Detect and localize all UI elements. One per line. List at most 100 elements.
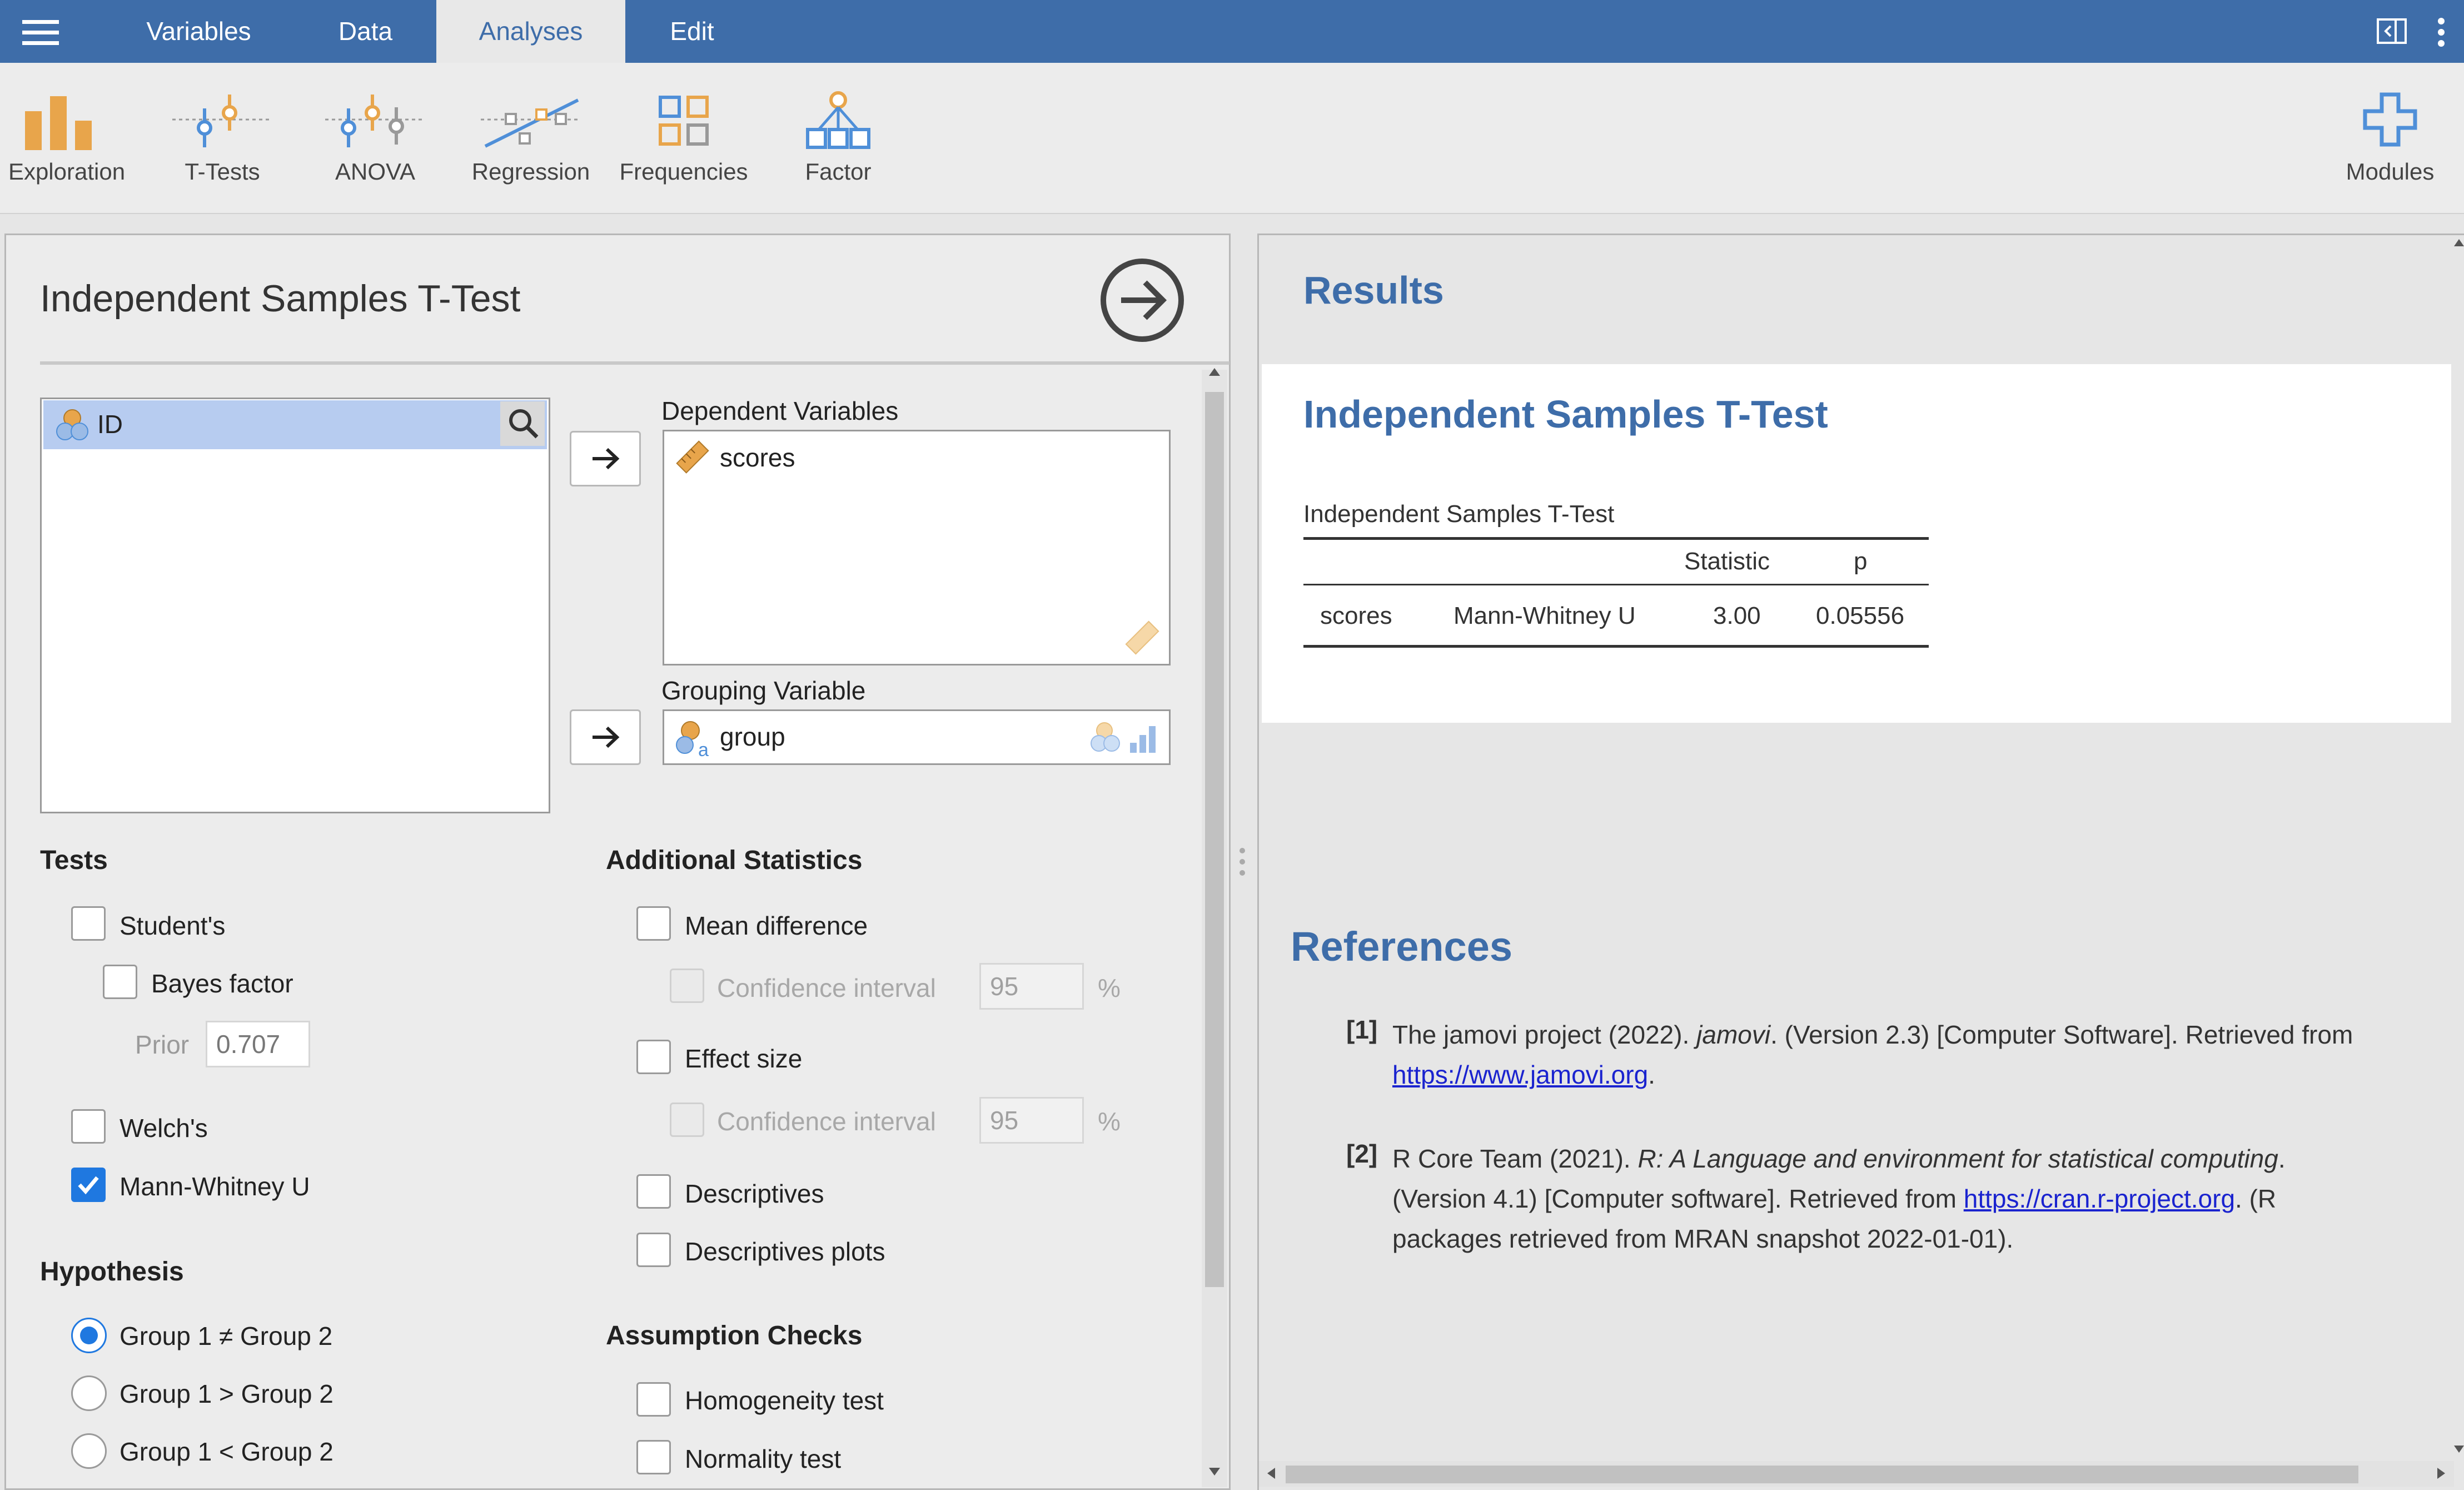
jamovi-link[interactable]: https://www.jamovi.org xyxy=(1392,1060,1648,1089)
normality-test-checkbox[interactable] xyxy=(636,1440,671,1474)
tab-data[interactable]: Data xyxy=(308,0,422,63)
top-menu-bar: Variables Data Analyses Edit xyxy=(0,0,2464,63)
mean-difference-checkbox[interactable] xyxy=(636,906,671,941)
panel-splitter-handle[interactable] xyxy=(1237,845,1248,878)
regression-icon xyxy=(481,98,581,148)
percent-label: % xyxy=(1098,974,1121,1002)
ribbon-exploration[interactable]: Exploration xyxy=(0,86,133,197)
more-options-icon[interactable] xyxy=(2435,17,2448,48)
nominal-variable-icon xyxy=(56,409,88,440)
scroll-right-icon[interactable] xyxy=(2437,1468,2445,1479)
search-icon xyxy=(509,409,539,439)
options-scrollbar-thumb[interactable] xyxy=(1205,392,1224,1287)
reference-number: [1] xyxy=(1346,1015,1378,1044)
reference-1-text: The jamovi project (2022). xyxy=(1392,1020,1697,1049)
search-button[interactable] xyxy=(500,401,545,446)
tab-variables[interactable]: Variables xyxy=(117,0,281,63)
normality-test-label: Normality test xyxy=(685,1444,842,1473)
ribbon-frequencies[interactable]: Frequencies xyxy=(617,86,750,197)
tab-analyses[interactable]: Analyses xyxy=(436,0,625,63)
scroll-up-icon[interactable] xyxy=(1209,368,1220,376)
results-hscroll-thumb[interactable] xyxy=(1286,1466,2358,1483)
options-title: Independent Samples T-Test xyxy=(40,277,521,320)
hypothesis-neq-label: Group 1 ≠ Group 2 xyxy=(120,1322,333,1350)
mean-diff-ci-checkbox[interactable] xyxy=(670,968,704,1003)
cran-link[interactable]: https://cran.r-project.org xyxy=(1964,1184,2235,1213)
hamburger-menu-icon[interactable] xyxy=(22,20,59,46)
ribbon-modules[interactable]: Modules xyxy=(2323,86,2457,197)
table-title: Independent Samples T-Test xyxy=(1303,500,1615,528)
reference-1-title: jamovi xyxy=(1696,1020,1771,1049)
row-p-value: 0.05556 xyxy=(1816,602,1905,629)
available-variables-list[interactable] xyxy=(40,398,550,813)
table-top-rule xyxy=(1303,537,1929,540)
ribbon-label: T-Tests xyxy=(185,158,260,185)
hypothesis-neq-radio[interactable] xyxy=(71,1318,107,1353)
collapse-panel-icon[interactable] xyxy=(2376,18,2407,44)
references-header: References xyxy=(1291,923,1513,970)
homogeneity-test-checkbox[interactable] xyxy=(636,1382,671,1417)
anova-icon xyxy=(325,95,425,147)
students-checkbox[interactable] xyxy=(71,906,106,941)
tab-edit[interactable]: Edit xyxy=(639,0,745,63)
dependent-variables-label: Dependent Variables xyxy=(661,396,899,425)
descriptives-checkbox[interactable] xyxy=(636,1174,671,1209)
students-label: Student's xyxy=(120,911,226,940)
run-arrow-icon[interactable] xyxy=(1098,256,1231,345)
effect-size-ci-checkbox[interactable] xyxy=(670,1102,704,1137)
t-test-icon xyxy=(172,95,272,147)
hypothesis-gt-label: Group 1 > Group 2 xyxy=(120,1379,333,1408)
ribbon-anova[interactable]: ANOVA xyxy=(308,86,442,197)
ribbon-label: ANOVA xyxy=(335,158,415,185)
effect-size-checkbox[interactable] xyxy=(636,1040,671,1074)
effect-size-ci-label: Confidence interval xyxy=(717,1107,936,1136)
table-bottom-rule xyxy=(1303,645,1929,648)
bayes-factor-checkbox[interactable] xyxy=(103,965,137,999)
move-to-dependent-button[interactable] xyxy=(570,431,641,486)
reference-2-title: R: A Language and environment for statis… xyxy=(1637,1144,2278,1173)
ribbon-t-tests[interactable]: T-Tests xyxy=(156,86,289,197)
dependent-variable-name: scores xyxy=(720,443,795,472)
mann-whitney-checkbox[interactable] xyxy=(71,1168,106,1202)
descriptives-plots-label: Descriptives plots xyxy=(685,1237,885,1266)
effect-size-label: Effect size xyxy=(685,1044,803,1073)
reference-number: [2] xyxy=(1346,1139,1378,1168)
scroll-left-icon[interactable] xyxy=(1267,1468,1275,1479)
scroll-down-icon[interactable] xyxy=(1209,1468,1220,1476)
results-horizontal-scrollbar[interactable] xyxy=(1259,1461,2454,1487)
reference-1-text: . xyxy=(1648,1060,1655,1089)
row-statistic: 3.00 xyxy=(1713,602,1761,629)
nominal-text-variable-icon: a xyxy=(676,721,709,759)
factor-icon xyxy=(806,91,870,149)
prior-input[interactable]: 0.707 xyxy=(206,1021,310,1067)
mann-whitney-label: Mann-Whitney U xyxy=(120,1172,310,1201)
move-to-grouping-button[interactable] xyxy=(570,709,641,765)
grouping-variable-name: group xyxy=(720,722,785,751)
reference-1-text: . (Version 2.3) [Computer Software]. Ret… xyxy=(1770,1020,2353,1049)
analysis-title: Independent Samples T-Test xyxy=(1303,393,1828,436)
ribbon-factor[interactable]: Factor xyxy=(771,86,905,197)
descriptives-plots-checkbox[interactable] xyxy=(636,1233,671,1267)
ribbon-regression[interactable]: Regression xyxy=(464,86,598,197)
options-scrollbar[interactable] xyxy=(1202,370,1227,1487)
additional-statistics-header: Additional Statistics xyxy=(606,846,863,875)
hypothesis-lt-radio[interactable] xyxy=(71,1433,107,1469)
checkmark-icon xyxy=(78,1176,99,1195)
effect-size-ci-input[interactable]: 95 xyxy=(979,1097,1084,1144)
results-scroll-up-icon[interactable] xyxy=(2454,239,2464,246)
descriptives-label: Descriptives xyxy=(685,1179,824,1208)
hypothesis-header: Hypothesis xyxy=(40,1257,184,1287)
assumption-checks-header: Assumption Checks xyxy=(606,1321,863,1350)
variable-name: ID xyxy=(97,410,123,439)
hypothesis-gt-radio[interactable] xyxy=(71,1375,107,1411)
mean-diff-ci-input[interactable]: 95 xyxy=(979,963,1084,1010)
results-scroll-down-icon[interactable] xyxy=(2454,1446,2464,1453)
continuous-type-hint-icon xyxy=(1125,620,1159,655)
bayes-factor-label: Bayes factor xyxy=(151,969,293,998)
continuous-variable-icon xyxy=(676,440,709,474)
ribbon-label: Frequencies xyxy=(619,158,748,185)
welchs-checkbox[interactable] xyxy=(71,1109,106,1144)
results-header: Results xyxy=(1303,269,1444,312)
arrow-right-icon xyxy=(593,448,620,470)
prior-label: Prior xyxy=(135,1030,190,1059)
